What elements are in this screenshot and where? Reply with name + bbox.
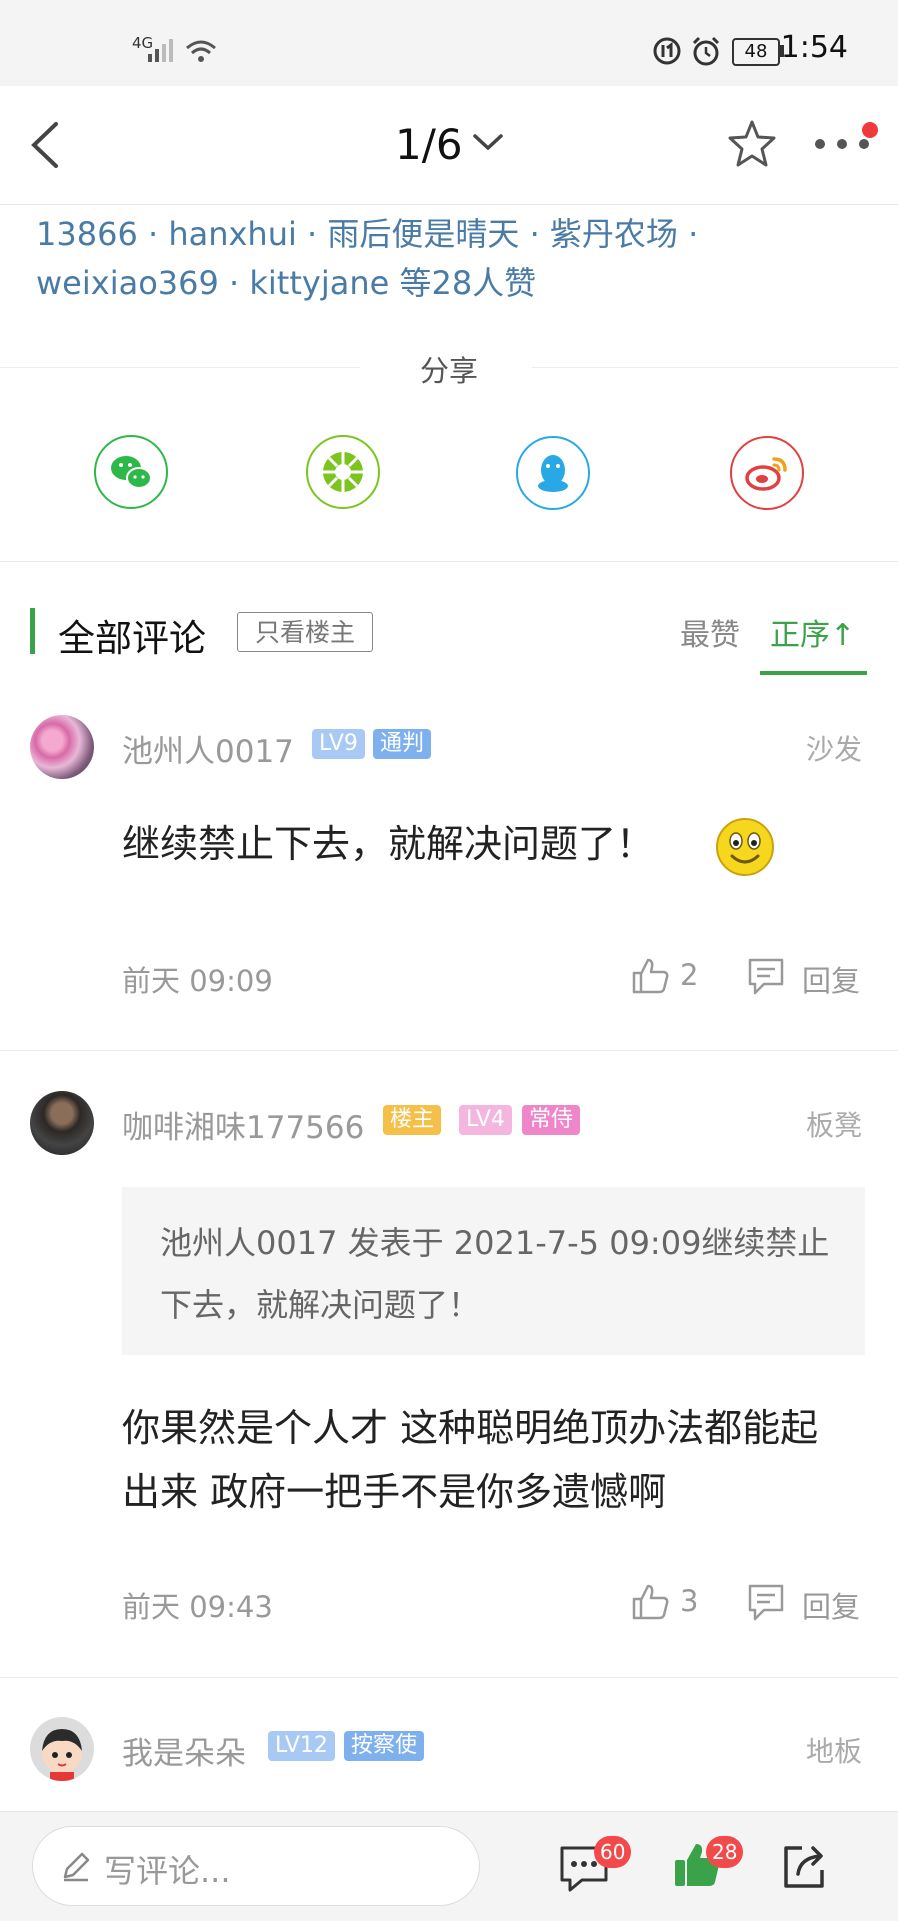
wechat-icon xyxy=(111,456,152,489)
level-badge: LV4 xyxy=(459,1105,512,1135)
alarm-icon xyxy=(692,36,720,66)
share-wechat-button[interactable] xyxy=(94,435,168,509)
reply-button[interactable]: 回复 xyxy=(802,1584,860,1626)
share-label: 分享 xyxy=(419,354,478,388)
clock: 1:54 xyxy=(780,30,848,65)
weibo-icon xyxy=(745,457,787,491)
reply-icon[interactable] xyxy=(746,1582,786,1624)
signal-icon xyxy=(148,39,173,62)
share-moments-button[interactable] xyxy=(306,435,380,509)
username[interactable]: 池州人0017 xyxy=(122,726,294,771)
title-badge: 常侍 xyxy=(522,1105,581,1135)
thumb-up-icon[interactable] xyxy=(630,956,670,996)
owner-only-button[interactable]: 只看楼主 xyxy=(237,612,373,652)
reply-icon[interactable] xyxy=(746,956,786,998)
like-count: 2 xyxy=(680,958,699,992)
pencil-icon xyxy=(63,1852,90,1882)
title-badge: 按察使 xyxy=(344,1731,425,1761)
cartoon-girl-avatar-icon xyxy=(42,1729,82,1781)
level-badge: LV12 xyxy=(268,1731,335,1761)
thumb-up-icon[interactable] xyxy=(630,1582,670,1622)
avatar[interactable] xyxy=(30,715,94,779)
level-badge: LV9 xyxy=(312,729,365,759)
notification-dot xyxy=(862,122,878,138)
username[interactable]: 我是朵朵 xyxy=(122,1728,246,1773)
comment-body[interactable]: 继续禁止下去，就解决问题了！ xyxy=(122,812,654,876)
smile-emoji xyxy=(716,818,774,876)
share-divider-left xyxy=(0,367,360,368)
share-icon[interactable] xyxy=(780,1840,830,1892)
status-bar: 4G 48 1:54 xyxy=(0,0,898,86)
floor-label: 板凳 xyxy=(806,1109,863,1142)
qq-icon xyxy=(538,455,568,492)
comment-input[interactable] xyxy=(32,1826,480,1906)
all-comments-title: 全部评论 xyxy=(58,617,206,660)
sort-most-liked-tab[interactable]: 最赞 xyxy=(680,610,740,654)
floor-label: 地板 xyxy=(806,1735,863,1768)
title-badge: 通判 xyxy=(373,729,432,759)
chevron-down-icon[interactable] xyxy=(472,132,504,152)
favorite-star-icon[interactable] xyxy=(726,118,778,170)
like-count-badge: 28 xyxy=(706,1836,744,1868)
share-weibo-button[interactable] xyxy=(730,436,804,510)
section-accent-bar xyxy=(30,608,35,654)
section-divider xyxy=(0,561,898,562)
wifi-icon xyxy=(186,40,216,62)
page-indicator[interactable]: 1/6 xyxy=(395,120,463,169)
back-arrow-icon[interactable] xyxy=(28,120,62,170)
reply-button[interactable]: 回复 xyxy=(802,958,860,1000)
avatar[interactable] xyxy=(30,1717,94,1781)
data-saver-icon xyxy=(653,37,681,65)
comment-body[interactable]: 你果然是个人才 这种聪明绝顶办法都能起出来 政府一把手不是你多遗憾啊 xyxy=(122,1396,842,1524)
active-tab-underline xyxy=(760,671,867,675)
username[interactable]: 咖啡湘味177566 xyxy=(122,1102,364,1147)
floor-label: 沙发 xyxy=(806,733,863,766)
quoted-comment-text: 池州人0017 发表于 2021-7-5 09:09继续禁止下去，就解决问题了！ xyxy=(160,1224,830,1324)
sort-ascending-tab[interactable]: 正序↑ xyxy=(770,610,855,654)
like-count: 3 xyxy=(680,1584,699,1618)
comment-divider xyxy=(0,1677,898,1678)
comment-divider xyxy=(0,1050,898,1051)
avatar[interactable] xyxy=(30,1091,94,1155)
comment-time: 前天 09:09 xyxy=(122,964,273,998)
share-qq-button[interactable] xyxy=(516,436,590,510)
comment-count-badge: 60 xyxy=(594,1836,632,1868)
likers-list[interactable]: 13866 · hanxhui · 雨后便是晴天 · 紫丹农场 · weixia… xyxy=(36,210,866,308)
more-icon[interactable] xyxy=(812,136,872,152)
owner-badge: 楼主 xyxy=(383,1105,442,1135)
moments-icon xyxy=(323,452,363,492)
battery-indicator: 48 xyxy=(732,38,780,66)
share-divider-right xyxy=(532,367,898,368)
comment-input-placeholder[interactable]: 写评论... xyxy=(104,1846,231,1892)
comment-time: 前天 09:43 xyxy=(122,1590,273,1624)
